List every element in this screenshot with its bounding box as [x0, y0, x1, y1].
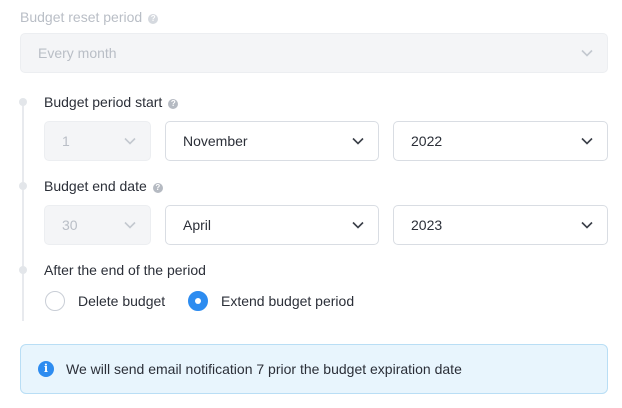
chevron-down-icon	[124, 137, 136, 145]
period-start-day-select: 1	[44, 121, 151, 161]
chevron-down-icon	[352, 137, 364, 145]
end-date-year-select[interactable]: 2023	[393, 205, 608, 245]
delete-budget-label[interactable]: Delete budget	[78, 293, 165, 309]
period-start-year-select[interactable]: 2022	[393, 121, 608, 161]
reset-period-value: Every month	[38, 45, 117, 61]
end-date-label-row: Budget end date?	[44, 178, 163, 194]
extend-budget-label[interactable]: Extend budget period	[221, 293, 354, 309]
timeline-line	[22, 103, 24, 321]
chevron-down-icon	[124, 221, 136, 229]
period-start-day-value: 1	[62, 133, 70, 149]
chevron-down-icon	[581, 49, 593, 57]
timeline-dot	[19, 98, 27, 106]
timeline-dot	[19, 266, 27, 274]
help-icon[interactable]: ?	[152, 183, 163, 193]
extend-budget-radio[interactable]	[188, 291, 208, 311]
delete-budget-radio[interactable]	[45, 291, 65, 311]
chevron-down-icon	[352, 221, 364, 229]
notification-text: We will send email notification 7 prior …	[66, 361, 462, 377]
reset-period-select: Every month	[20, 33, 608, 73]
info-icon: i	[38, 361, 54, 377]
period-start-month-select[interactable]: November	[165, 121, 379, 161]
period-start-label-row: Budget period start?	[44, 94, 179, 110]
chevron-down-icon	[581, 221, 593, 229]
period-start-month-value: November	[183, 133, 248, 149]
after-end-label: After the end of the period	[44, 262, 206, 278]
end-date-month-value: April	[183, 217, 212, 233]
period-start-year-value: 2022	[411, 133, 443, 149]
help-icon[interactable]: ?	[168, 99, 179, 109]
chevron-down-icon	[581, 137, 593, 145]
end-date-label: Budget end date	[44, 178, 147, 194]
end-date-day-select: 30	[44, 205, 151, 245]
period-start-label: Budget period start	[44, 94, 163, 110]
reset-period-label-row: Budget reset period?	[20, 9, 159, 25]
end-date-year-value: 2023	[411, 217, 443, 233]
timeline-dot	[19, 182, 27, 190]
notification-box: i We will send email notification 7 prio…	[20, 344, 608, 394]
end-date-day-value: 30	[62, 217, 78, 233]
end-date-month-select[interactable]: April	[165, 205, 379, 245]
help-icon[interactable]: ?	[148, 14, 159, 24]
reset-period-label: Budget reset period	[20, 9, 143, 25]
